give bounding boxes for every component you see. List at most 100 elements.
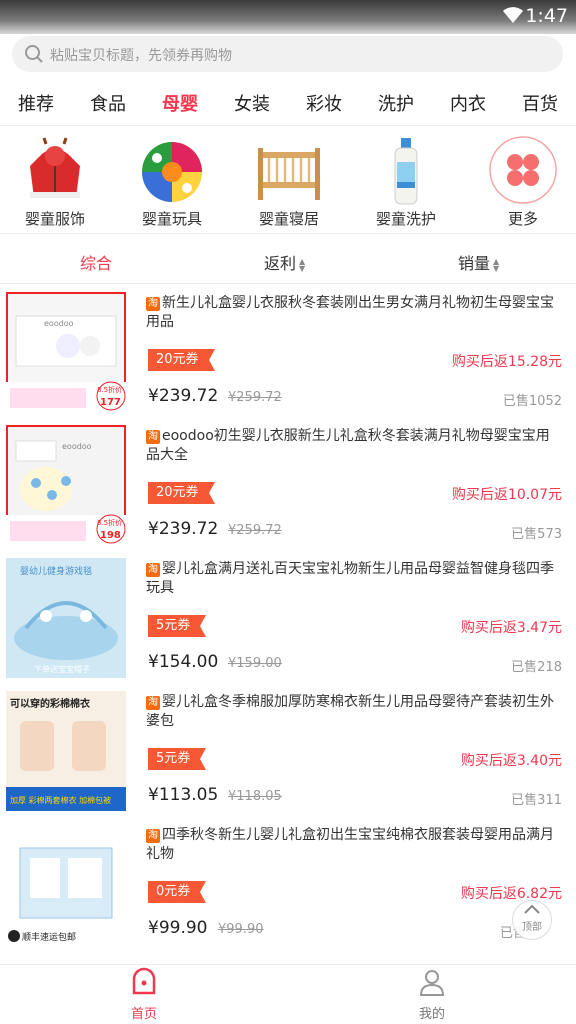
- brand-label: eoodoo: [62, 442, 92, 451]
- lotion-bottle-image: [394, 138, 418, 205]
- original-price: ¥118.05: [228, 789, 282, 804]
- sort-arrows-icon: ▲ ▼: [299, 256, 306, 273]
- user-icon: [419, 970, 445, 996]
- subcategory-label: 更多: [507, 210, 538, 228]
- nav-home-label: 首页: [130, 1007, 157, 1022]
- red-baby-jacket-image: [30, 137, 80, 198]
- taobao-badge-icon: 淘: [146, 563, 160, 577]
- subcategory-baby-wash[interactable]: 婴童洗护: [351, 128, 461, 232]
- sold-count: 已售1052: [502, 394, 562, 409]
- sold-count: 已售218: [511, 660, 562, 675]
- sort-rebate[interactable]: 返利 ▲ ▼: [264, 250, 305, 274]
- coupon-tag[interactable]: 5元券: [148, 748, 207, 770]
- wooden-crib-image: [258, 148, 320, 200]
- price: ¥154.00: [148, 652, 219, 672]
- coupon-tag[interactable]: 5元券: [148, 615, 207, 637]
- original-price: ¥259.72: [228, 523, 282, 538]
- search-icon: [25, 45, 43, 63]
- subcategory-label: 婴童玩具: [141, 210, 202, 228]
- chevron-up-icon: [524, 904, 540, 914]
- wifi-icon: [503, 7, 523, 23]
- product-image: 顺丰速运包邮: [6, 824, 126, 944]
- rebate-text: 购买后返10.07元: [451, 487, 562, 503]
- product-image: 可以穿的彩棉棉衣 加厚 彩棉两套棉衣 加棉包被: [6, 691, 126, 811]
- subcategory-more[interactable]: 更多: [468, 128, 576, 232]
- price: ¥239.72: [148, 519, 219, 539]
- tab-women-clothing[interactable]: 女装: [222, 90, 282, 116]
- nav-mine[interactable]: 我的: [392, 967, 472, 1022]
- price: ¥113.05: [148, 785, 219, 805]
- sort-sales[interactable]: 销量 ▲ ▼: [458, 250, 499, 274]
- subcategory-baby-clothing[interactable]: 婴童服饰: [0, 128, 110, 232]
- subcategory-label: 婴童寝居: [258, 210, 319, 228]
- tab-wash-care[interactable]: 洗护: [366, 90, 426, 116]
- product-card[interactable]: eoodoo 8.5折价 198 淘 eoodoo初生婴儿衣服新生儿礼盒秋冬套装满…: [0, 419, 576, 552]
- tab-mother-baby[interactable]: 母婴: [150, 90, 210, 116]
- image-footer: 加厚 彩棉两套棉衣 加棉包被: [10, 795, 111, 805]
- sort-sales-label: 销量: [458, 254, 491, 273]
- image-footer: 下单送宝宝帽子: [34, 664, 90, 674]
- tab-food[interactable]: 食品: [78, 90, 138, 116]
- subcategory-label: 婴童服饰: [24, 210, 85, 228]
- sold-count: 已售311: [511, 793, 562, 808]
- product-title-text: 婴儿礼盒满月送礼百天宝宝礼物新生儿用品母婴益智健身毯四季玩具: [146, 561, 554, 596]
- subcategory-baby-bedding[interactable]: 婴童寝居: [234, 128, 344, 232]
- product-title: 淘新生儿礼盒婴儿衣服秋冬套装刚出生男女满月礼物初生母婴宝宝用品: [146, 294, 560, 332]
- discount-label: 8.5折价: [97, 385, 122, 394]
- original-price: ¥159.00: [228, 656, 282, 671]
- coupon-tag[interactable]: 20元券: [148, 482, 215, 504]
- final-price-label: 198: [100, 530, 121, 541]
- final-price-label: 177: [100, 397, 121, 408]
- image-headline: 可以穿的彩棉棉衣: [10, 697, 90, 710]
- sort-comprehensive[interactable]: 综合: [80, 250, 112, 274]
- search-bar[interactable]: 粘贴宝贝标题，先领券再购物: [12, 36, 563, 72]
- back-to-top-button[interactable]: 顶部: [512, 900, 552, 940]
- tab-makeup[interactable]: 彩妆: [294, 90, 354, 116]
- tab-underwear[interactable]: 内衣: [438, 90, 498, 116]
- discount-label: 8.5折价: [97, 518, 122, 527]
- product-card[interactable]: eoodoo 8.5折价 177 淘新生儿礼盒婴儿衣服秋冬套装刚出生男女满月礼物…: [0, 286, 576, 419]
- image-footer: 顺丰速运包邮: [22, 931, 76, 943]
- taobao-badge-icon: 淘: [146, 430, 160, 444]
- product-title-text: 新生儿礼盒婴儿衣服秋冬套装刚出生男女满月礼物初生母婴宝宝用品: [146, 295, 554, 330]
- rebate-text: 购买后返3.47元: [460, 620, 562, 636]
- bottom-nav: 首页 我的: [0, 964, 576, 1024]
- nav-mine-label: 我的: [418, 1007, 445, 1022]
- product-image: 婴幼儿健身游戏毯 下单送宝宝帽子: [6, 558, 126, 678]
- product-title: 淘 eoodoo初生婴儿衣服新生儿礼盒秋冬套装满月礼物母婴宝宝用品大全: [146, 427, 560, 465]
- coupon-tag[interactable]: 0元券: [148, 881, 207, 903]
- original-price: ¥99.90: [218, 922, 264, 937]
- price: ¥239.72: [148, 386, 219, 406]
- status-time: 1:47: [525, 5, 568, 27]
- category-tabs: 推荐 食品 母婴 女装 彩妆 洗护 内衣 百货: [0, 80, 576, 126]
- nav-home[interactable]: 首页: [104, 967, 184, 1022]
- sort-arrows-icon: ▲ ▼: [493, 256, 500, 273]
- search-placeholder: 粘贴宝贝标题，先领券再购物: [50, 48, 232, 64]
- taobao-badge-icon: 淘: [146, 297, 160, 311]
- subcategory-baby-toys[interactable]: 婴童玩具: [117, 128, 227, 232]
- product-title-text: eoodoo初生婴儿衣服新生儿礼盒秋冬套装满月礼物母婴宝宝用品大全: [146, 428, 550, 463]
- rebate-text: 购买后返15.28元: [451, 354, 562, 370]
- sold-count: 已售573: [511, 527, 562, 542]
- tab-recommend[interactable]: 推荐: [6, 90, 66, 116]
- subcategory-row: 婴童服饰 婴童玩具 婴童寝居 婴童洗护 更多: [0, 128, 576, 234]
- back-to-top-label: 顶部: [522, 922, 542, 933]
- colorful-ball-image: [142, 142, 202, 202]
- product-card[interactable]: 婴幼儿健身游戏毯 下单送宝宝帽子 淘婴儿礼盒满月送礼百天宝宝礼物新生儿用品母婴益…: [0, 552, 576, 685]
- rebate-text: 购买后返6.82元: [460, 886, 562, 902]
- product-image: eoodoo 8.5折价 177: [6, 292, 126, 412]
- coupon-tag[interactable]: 20元券: [148, 349, 215, 371]
- product-card[interactable]: 顺丰速运包邮 淘四季秋冬新生儿婴儿礼盒初出生宝宝纯棉衣服套装母婴用品满月礼物 0…: [0, 818, 576, 951]
- product-title-text: 婴儿礼盒冬季棉服加厚防寒棉衣新生儿用品母婴待产套装初生外婆包: [146, 694, 554, 729]
- sort-rebate-label: 返利: [264, 254, 297, 273]
- product-image: eoodoo 8.5折价 198: [6, 425, 126, 545]
- brand-label: eoodoo: [44, 319, 74, 328]
- product-title: 淘四季秋冬新生儿婴儿礼盒初出生宝宝纯棉衣服套装母婴用品满月礼物: [146, 826, 560, 864]
- taobao-badge-icon: 淘: [146, 829, 160, 843]
- product-title: 淘婴儿礼盒冬季棉服加厚防寒棉衣新生儿用品母婴待产套装初生外婆包: [146, 693, 560, 731]
- taobao-badge-icon: 淘: [146, 696, 160, 710]
- tab-general-goods[interactable]: 百货: [510, 90, 570, 116]
- product-card[interactable]: 可以穿的彩棉棉衣 加厚 彩棉两套棉衣 加棉包被 淘婴儿礼盒冬季棉服加厚防寒棉衣新…: [0, 685, 576, 818]
- clover-icon: [489, 136, 557, 204]
- sort-bar: 综合 返利 ▲ ▼ 销量 ▲ ▼: [0, 238, 576, 284]
